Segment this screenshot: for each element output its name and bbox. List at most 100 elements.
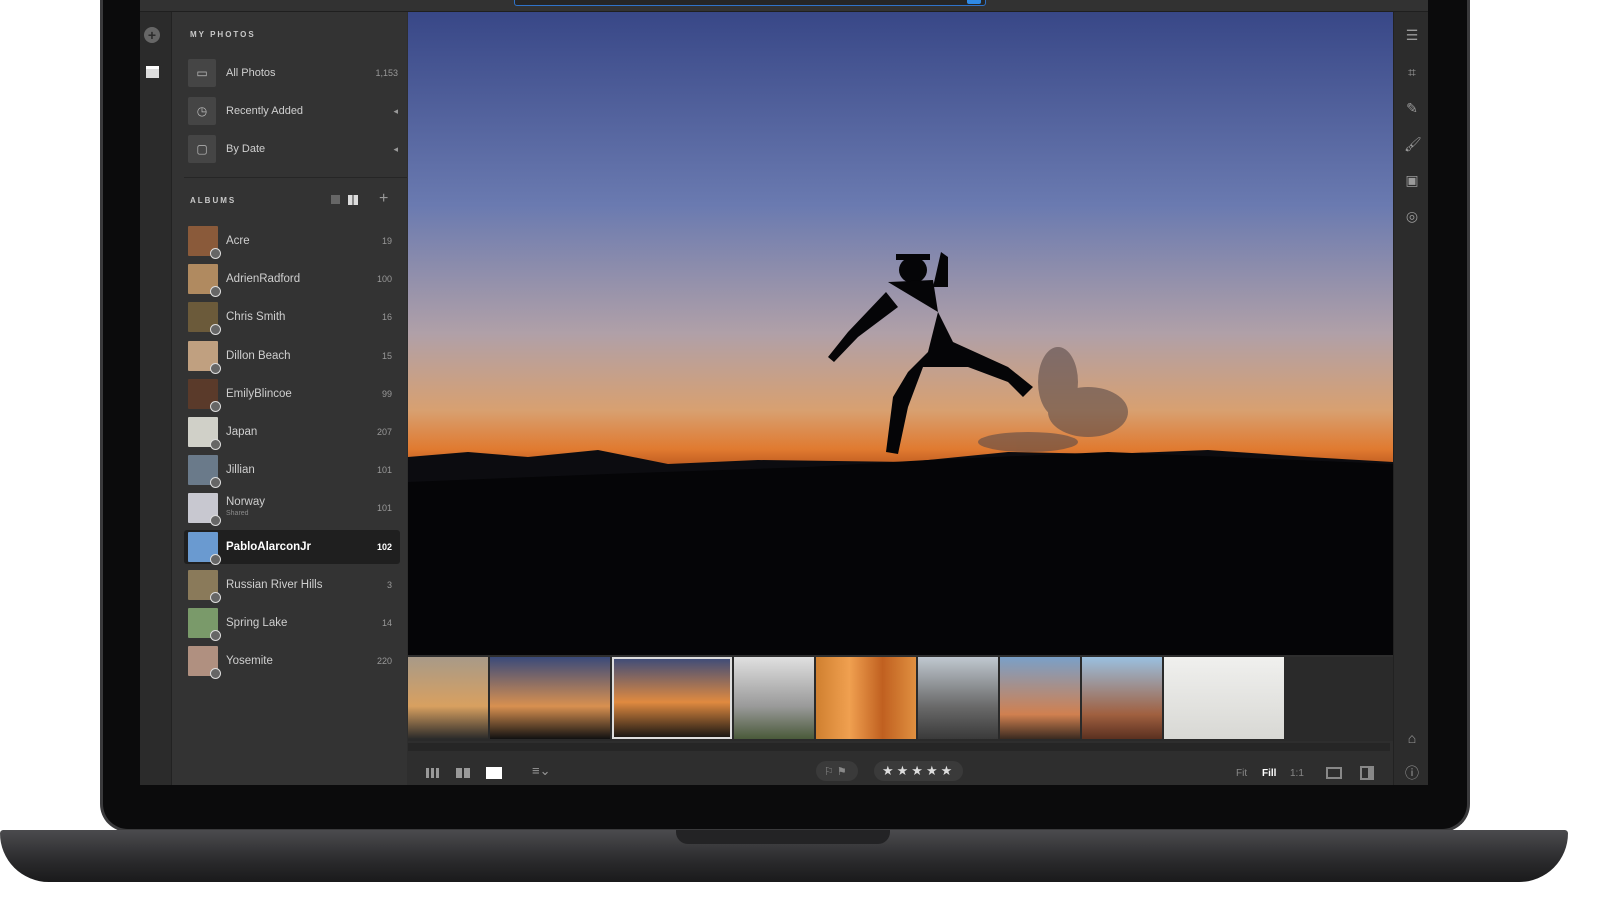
album-thumbnail	[188, 302, 221, 336]
fill-button[interactable]: Fill	[1262, 768, 1276, 779]
album-name: Spring Lake	[226, 617, 288, 629]
brush-icon[interactable]: 🖌	[1404, 136, 1422, 152]
album-name: Jillian	[226, 464, 255, 477]
filmstrip-thumbnail[interactable]	[612, 657, 732, 739]
synced-check-icon	[210, 439, 221, 450]
item-label: By Date	[226, 143, 266, 155]
synced-check-icon	[210, 515, 221, 527]
grid-large-icon[interactable]	[456, 768, 470, 778]
albums-heading: ALBUMS	[190, 196, 237, 205]
filmstrip-thumbnail[interactable]	[918, 657, 998, 739]
synced-check-icon	[210, 591, 221, 603]
filmstrip-thumbnail[interactable]	[1082, 657, 1162, 739]
main-photo[interactable]	[408, 12, 1393, 655]
ground	[408, 452, 1393, 655]
album-item[interactable]: AdrienRadford 100	[184, 262, 400, 298]
filmstrip-thumbnail[interactable]	[490, 657, 610, 739]
filmstrip-thumbnail[interactable]	[1164, 657, 1284, 739]
album-count: 3	[386, 579, 392, 590]
album-thumbnail	[188, 569, 221, 603]
synced-check-icon	[210, 286, 221, 298]
my-photos-item[interactable]: ▭ All Photos 1,153	[188, 58, 398, 88]
expand-arrow-icon[interactable]: ◂	[393, 106, 398, 117]
album-subtitle: Shared	[226, 510, 249, 518]
filmstrip-toggle-icon[interactable]	[1326, 767, 1342, 779]
search-button[interactable]	[967, 0, 981, 4]
divider	[184, 177, 407, 178]
album-item[interactable]: Yosemite 220	[184, 644, 400, 680]
album-item[interactable]: Norway Shared 101	[184, 491, 400, 527]
album-item[interactable]: Acre 19	[184, 224, 400, 259]
synced-check-icon	[210, 248, 221, 259]
album-item[interactable]: Jillian 101	[184, 453, 400, 489]
album-name: Dillon Beach	[226, 349, 291, 362]
album-name: Norway	[226, 496, 265, 509]
synced-check-icon	[210, 630, 221, 641]
flag-buttons[interactable]: ⚐⚑	[816, 761, 858, 781]
album-thumbnail	[188, 493, 221, 527]
add-icon[interactable]: +	[144, 27, 160, 43]
album-thumbnail	[188, 340, 221, 374]
edit-sliders-icon[interactable]: ☰	[1404, 27, 1420, 43]
album-item[interactable]: Japan 207	[184, 415, 400, 450]
one-to-one-button[interactable]: 1:1	[1290, 768, 1304, 779]
grid-view-icon[interactable]	[348, 195, 358, 205]
album-name: Chris Smith	[226, 311, 286, 324]
filmstrip-thumbnail[interactable]	[734, 657, 814, 739]
item-label: All Photos	[226, 67, 276, 79]
item-label: Recently Added	[226, 105, 304, 117]
fit-button[interactable]: Fit	[1236, 768, 1247, 779]
right-rail: ☰ ⌗ ✎ 🖌 ▣ ◎ ⌂ ⓘ	[1393, 12, 1428, 785]
my-photos-item[interactable]: ▢ By Date ◂	[188, 134, 398, 164]
info-icon[interactable]: ⓘ	[1404, 765, 1420, 781]
search-input[interactable]	[514, 0, 986, 6]
sort-icon[interactable]: ≡⌄	[532, 763, 550, 779]
photo-canvas	[408, 12, 1393, 655]
laptop-notch	[676, 830, 890, 844]
radial-gradient-icon[interactable]: ◎	[1404, 208, 1420, 224]
healing-icon[interactable]: ✎	[1404, 100, 1420, 116]
synced-check-icon	[210, 362, 221, 374]
add-album-icon[interactable]: +	[379, 190, 388, 208]
bottom-toolbar: ≡⌄ ⚐⚑ ★★★★★ Fit Fill 1:1	[408, 755, 1393, 785]
filmstrip-thumbnail[interactable]	[408, 657, 488, 739]
filmstrip-scrollbar[interactable]	[408, 743, 1390, 751]
synced-check-icon	[210, 668, 221, 680]
album-item[interactable]: Dillon Beach 15	[184, 339, 400, 374]
album-name: AdrienRadford	[226, 273, 301, 286]
linear-gradient-icon[interactable]: ▣	[1404, 172, 1420, 188]
album-thumbnail	[188, 264, 221, 298]
album-name: Acre	[226, 235, 250, 247]
album-name: PabloAlarconJr	[226, 540, 311, 553]
album-item[interactable]: PabloAlarconJr 102	[184, 529, 400, 565]
album-count: 100	[376, 274, 392, 285]
album-item[interactable]: EmilyBlincoe 99	[184, 377, 400, 412]
library-icon[interactable]	[146, 66, 159, 78]
album-count: 19	[381, 236, 392, 246]
album-count: 101	[376, 465, 392, 476]
album-item[interactable]: Russian River Hills 3	[184, 568, 400, 603]
crop-icon[interactable]: ⌗	[1404, 64, 1420, 80]
filmstrip-thumbnail[interactable]	[1000, 657, 1080, 739]
album-item[interactable]: Chris Smith 16	[184, 300, 400, 336]
filmstrip	[408, 657, 1393, 741]
synced-check-icon	[210, 477, 221, 489]
star-rating[interactable]: ★★★★★	[874, 761, 964, 781]
grid-small-icon[interactable]	[426, 768, 440, 778]
calendar-icon: ▢	[188, 135, 216, 163]
expand-arrow-icon[interactable]: ◂	[393, 144, 398, 155]
synced-check-icon	[210, 400, 221, 412]
my-photos-item[interactable]: ◷ Recently Added ◂	[188, 96, 398, 126]
compare-icon[interactable]	[1360, 766, 1374, 780]
album-count: 102	[376, 541, 392, 552]
filmstrip-thumbnail[interactable]	[816, 657, 916, 739]
lightroom-window: + MY PHOTOS ▭ All Photos 1,153 ◷ Recently Ad…	[140, 0, 1428, 785]
album-thumbnail	[188, 378, 221, 412]
detail-view-icon[interactable]	[486, 767, 502, 779]
album-name: Russian River Hills	[226, 578, 323, 591]
tag-icon[interactable]: ⌂	[1404, 730, 1420, 746]
list-view-icon[interactable]	[331, 195, 340, 204]
album-thumbnail	[188, 455, 221, 489]
album-name: Yosemite	[226, 655, 273, 668]
album-item[interactable]: Spring Lake 14	[184, 606, 400, 641]
